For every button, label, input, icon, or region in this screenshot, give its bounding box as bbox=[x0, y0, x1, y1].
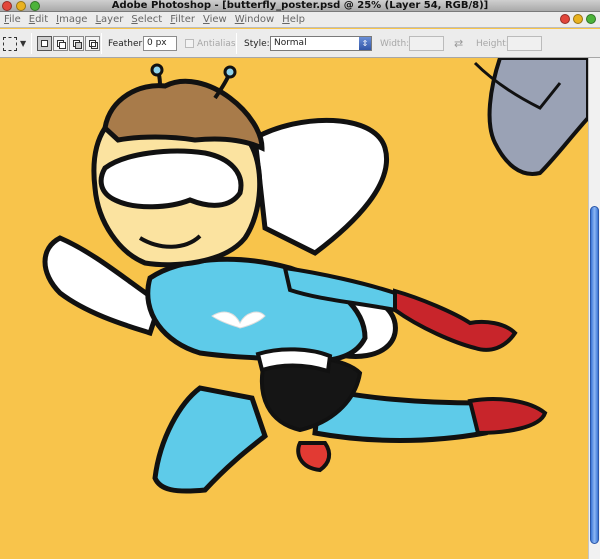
hair bbox=[102, 78, 265, 152]
menu-select[interactable]: Select bbox=[129, 14, 168, 25]
right-boot bbox=[467, 397, 548, 436]
menu-layer[interactable]: Layer bbox=[93, 14, 129, 25]
upper-wing bbox=[252, 117, 389, 256]
dropdown-arrow-icon: ▼ bbox=[20, 39, 27, 48]
menu-file[interactable]: File bbox=[2, 14, 27, 25]
menu-view[interactable]: View bbox=[201, 14, 233, 25]
dropdown-arrow-icon: ⇕ bbox=[359, 37, 371, 50]
width-input[interactable] bbox=[409, 36, 444, 51]
menu-window[interactable]: Window bbox=[233, 14, 280, 25]
left-leg bbox=[152, 385, 268, 494]
height-input[interactable] bbox=[507, 36, 542, 51]
rectangular-marquee-icon bbox=[3, 36, 17, 51]
swap-dimensions-icon[interactable]: ⇄ bbox=[454, 37, 463, 50]
left-boot bbox=[296, 441, 332, 473]
mask bbox=[98, 148, 244, 210]
document-window-controls bbox=[560, 14, 596, 24]
menu-help[interactable]: Help bbox=[280, 14, 311, 25]
glove bbox=[393, 288, 518, 352]
doc-close-button[interactable] bbox=[560, 14, 570, 24]
feather-input[interactable]: 0 px bbox=[143, 36, 177, 51]
antenna-right-tip bbox=[223, 65, 237, 79]
robot-object bbox=[487, 58, 588, 176]
separator bbox=[236, 33, 237, 54]
style-label: Style: bbox=[244, 38, 270, 49]
width-label: Width: bbox=[380, 38, 410, 49]
scrollbar-thumb[interactable] bbox=[590, 206, 599, 544]
add-to-selection-icon[interactable] bbox=[53, 36, 68, 51]
title-bar: Adobe Photoshop - [butterfly_poster.psd … bbox=[0, 0, 600, 12]
menu-filter[interactable]: Filter bbox=[168, 14, 201, 25]
menu-image[interactable]: Image bbox=[54, 14, 93, 25]
tool-preset-picker[interactable]: ▼ bbox=[0, 29, 26, 58]
document-canvas[interactable] bbox=[0, 58, 588, 559]
selection-mode-group bbox=[37, 29, 101, 58]
antenna-left-tip bbox=[150, 63, 164, 77]
antialias-label: Antialias bbox=[197, 38, 236, 49]
intersect-selection-icon[interactable] bbox=[85, 36, 100, 51]
menu-edit[interactable]: Edit bbox=[27, 14, 54, 25]
window-title: Adobe Photoshop - [butterfly_poster.psd … bbox=[111, 0, 489, 11]
separator bbox=[31, 33, 32, 54]
options-bar: ▼ Feather: 0 px Antialias Style: Normal … bbox=[0, 29, 600, 58]
doc-zoom-button[interactable] bbox=[586, 14, 596, 24]
new-selection-icon[interactable] bbox=[37, 36, 52, 51]
doc-minimize-button[interactable] bbox=[573, 14, 583, 24]
antialias-checkbox[interactable] bbox=[185, 39, 194, 48]
style-select-value: Normal bbox=[274, 38, 307, 48]
feather-label: Feather: bbox=[108, 38, 146, 49]
style-select[interactable]: Normal ⇕ bbox=[270, 36, 372, 51]
separator bbox=[101, 33, 102, 54]
menu-bar: File Edit Image Layer Select Filter View… bbox=[0, 12, 600, 28]
height-label: Height: bbox=[476, 38, 509, 49]
subtract-from-selection-icon[interactable] bbox=[69, 36, 84, 51]
vertical-scrollbar[interactable] bbox=[588, 58, 600, 559]
artwork bbox=[42, 58, 588, 494]
